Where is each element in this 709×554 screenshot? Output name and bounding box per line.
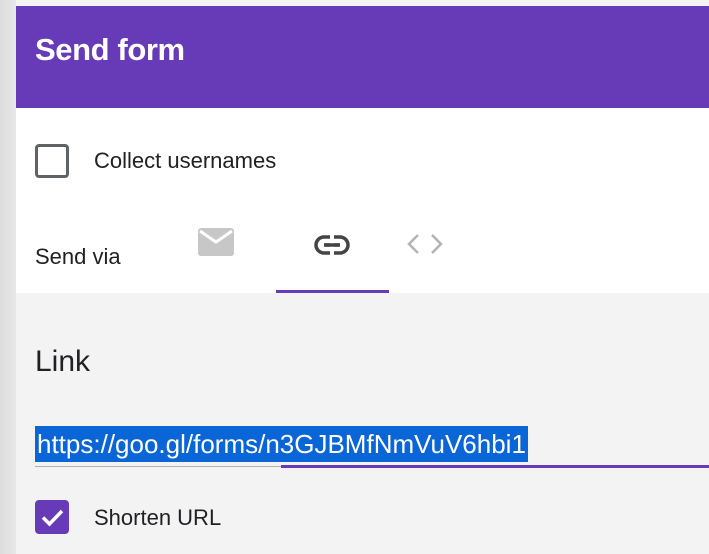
send-via-label: Send via [35, 244, 121, 269]
checkmark-icon [41, 509, 64, 527]
tab-link[interactable] [276, 214, 389, 293]
dialog-header: Send form [16, 6, 709, 108]
dialog-title: Send form [35, 32, 185, 67]
email-icon [198, 228, 234, 256]
link-url-field[interactable]: https://goo.gl/forms/n3GJBMfNmVuV6hbi1 [35, 420, 709, 468]
link-section-title: Link [35, 345, 91, 378]
link-url-text[interactable]: https://goo.gl/forms/n3GJBMfNmVuV6hbi1 [35, 426, 528, 462]
options-section: Collect usernames Send via [16, 108, 709, 293]
collect-usernames-checkbox[interactable] [35, 144, 69, 178]
url-field-underline [35, 466, 281, 467]
background [0, 0, 16, 554]
embed-code-icon [407, 234, 443, 254]
collect-usernames-label: Collect usernames [94, 148, 277, 173]
tab-embed[interactable] [401, 214, 481, 293]
url-field-focus-underline [281, 465, 709, 468]
selected-tab-indicator [276, 290, 389, 293]
tab-email[interactable] [186, 214, 266, 293]
shorten-url-label: Shorten URL [94, 505, 222, 530]
link-icon [314, 235, 350, 255]
shorten-url-checkbox[interactable] [35, 500, 69, 534]
send-form-dialog: Send form Collect usernames Send via Lin… [16, 0, 709, 554]
